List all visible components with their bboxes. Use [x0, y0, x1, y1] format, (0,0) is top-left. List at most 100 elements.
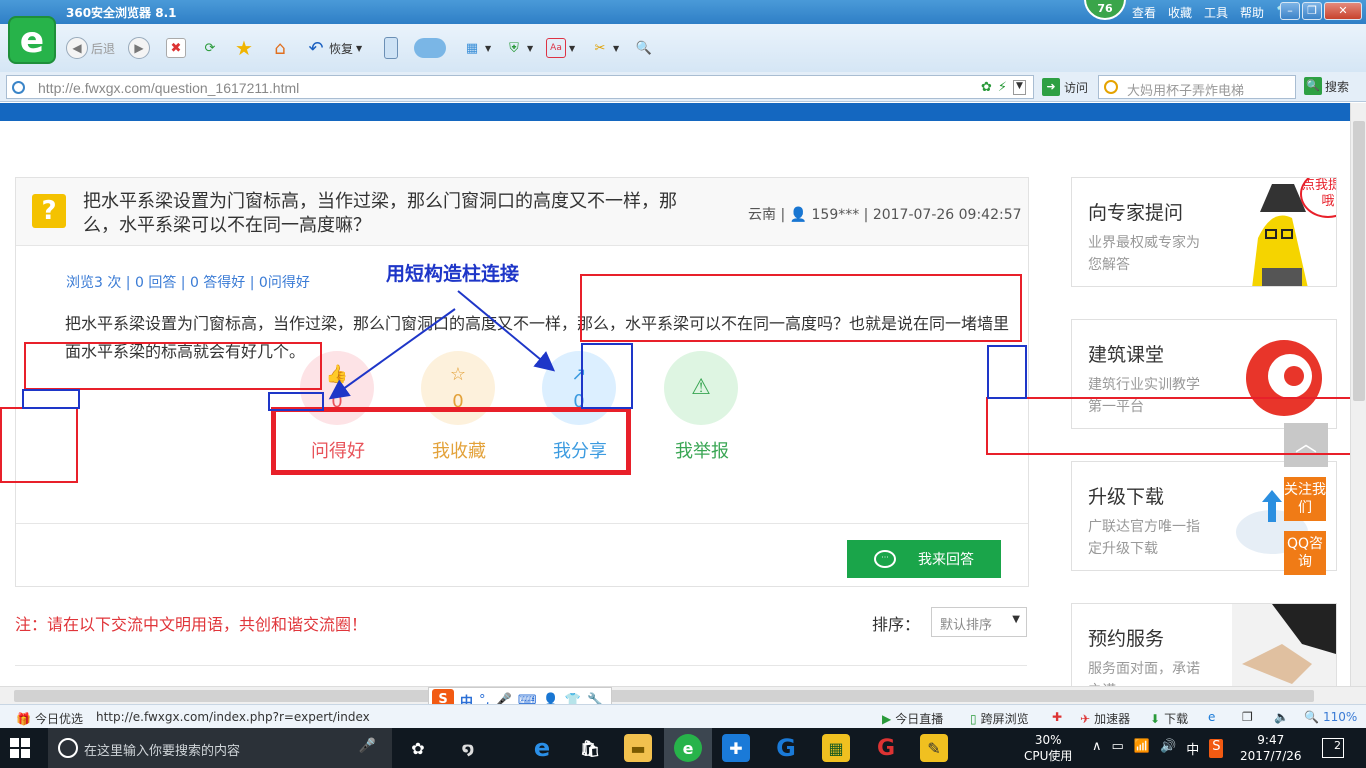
back-to-top-button[interactable]: ︿	[1284, 423, 1328, 467]
security-button[interactable]: ⛨ ▼	[504, 36, 533, 60]
tray-expand-icon[interactable]: ∧	[1092, 739, 1102, 758]
sidebar-card-class[interactable]: 建筑课堂 建筑行业实训教学第一平台	[1071, 319, 1337, 429]
status-link-url: http://e.fwxgx.com/index.php?r=expert/in…	[96, 710, 370, 724]
action-share[interactable]: ↗ 0 我分享	[542, 351, 618, 463]
restore-label: 恢复	[329, 41, 354, 56]
accelerator-button[interactable]: ✈ 加速器	[1080, 710, 1130, 727]
favorite-button[interactable]: ★	[234, 36, 254, 60]
horizontal-scrollbar[interactable]	[0, 686, 1366, 704]
zoom-level: 110%	[1322, 710, 1358, 724]
tray-ime[interactable]: 中	[1186, 739, 1199, 758]
apps-button[interactable]: ▦ ▼	[462, 36, 491, 60]
taskbar-search[interactable]: 在这里输入你要搜索的内容 🎤	[48, 728, 392, 768]
play-icon: ▶	[882, 711, 892, 726]
mobile-button[interactable]	[384, 36, 398, 60]
file-explorer-icon[interactable]: ▬	[624, 734, 652, 762]
windows-start-icon[interactable]	[10, 738, 30, 758]
gift-icon: 🎁	[16, 711, 31, 726]
minimize-button[interactable]: –	[1280, 2, 1300, 20]
translate-button[interactable]: Aa ▼	[546, 36, 575, 60]
question-card: ? 把水平系梁设置为门窗标高，当作过梁，那么门窗洞口的高度又不一样，那么，水平系…	[15, 177, 1029, 587]
today-picks[interactable]: 🎁 今日优选	[16, 710, 83, 727]
taskbar: 在这里输入你要搜索的内容 🎤 ✿ ໑ e 🛍 ▬ e ✚ G ▦ G ✎ 30%…	[0, 728, 1366, 768]
action-favorite[interactable]: ☆ 0 我收藏	[421, 351, 497, 463]
clock[interactable]: 9:47 2017/7/26	[1240, 732, 1302, 764]
zoom-control[interactable]: 🔍 110%	[1304, 710, 1357, 724]
chat-bubble-icon: ···	[874, 550, 896, 568]
g-app-icon[interactable]: G	[772, 734, 800, 762]
divider	[15, 665, 1027, 666]
search-button[interactable]: 🔍 搜索	[1304, 77, 1349, 95]
action-good-question[interactable]: 👍 0 问得好	[300, 351, 376, 463]
menu-tools[interactable]: 工具	[1204, 4, 1228, 21]
url-text: http://e.fwxgx.com/question_1617211.html	[38, 80, 300, 96]
360-browser-icon[interactable]: e	[674, 734, 702, 762]
edge-browser-icon[interactable]: e	[528, 734, 556, 762]
site-header-strip	[0, 103, 1350, 121]
screenshot-button[interactable]: ✂ ▼	[590, 36, 620, 60]
live-button[interactable]: ▶ 今日直播	[882, 710, 943, 727]
action-report[interactable]: ⚠ 我举报	[664, 351, 740, 463]
maximize-button[interactable]: ❐	[1302, 2, 1322, 20]
scroll-thumb[interactable]	[1353, 121, 1365, 401]
url-input[interactable]: http://e.fwxgx.com/question_1617211.html…	[6, 75, 1034, 99]
menu-help[interactable]: 帮助	[1240, 4, 1264, 21]
menu-favorites[interactable]: 收藏	[1168, 4, 1192, 21]
cad-app-icon[interactable]: G	[872, 734, 900, 762]
action-label: 问得好	[311, 441, 365, 462]
url-dropdown-icon[interactable]: ▼	[1013, 80, 1026, 95]
stop-button[interactable]: ✖	[166, 36, 186, 60]
follow-us-button[interactable]: 关注我们	[1284, 477, 1326, 521]
vertical-scrollbar[interactable]	[1350, 103, 1366, 686]
download-button[interactable]: ⬇ 下载	[1150, 710, 1188, 727]
battery-icon[interactable]: ▭	[1112, 739, 1124, 758]
notification-center-icon[interactable]: 2	[1322, 738, 1344, 758]
search-engine-icon	[1104, 80, 1118, 94]
question-header: ? 把水平系梁设置为门窗标高，当作过梁，那么门窗洞口的高度又不一样，那么，水平系…	[16, 178, 1028, 246]
restore-button[interactable]: ↶ 恢复 ▼	[306, 36, 362, 60]
cross-screen-button[interactable]: ▯ 跨屏浏览	[970, 710, 1029, 727]
refresh-icon: ⟳	[204, 40, 216, 56]
search-input[interactable]: 大妈用杯子弄炸电梯	[1098, 75, 1296, 99]
microphone-icon[interactable]: 🎤	[359, 738, 376, 754]
plus-app-icon[interactable]: ✚	[722, 734, 750, 762]
visit-button[interactable]: ➜ 访问	[1042, 78, 1088, 96]
notes-app-icon[interactable]: ✎	[920, 734, 948, 762]
refresh-button[interactable]: ⟳	[200, 36, 220, 60]
search-placeholder: 大妈用杯子弄炸电梯	[1127, 84, 1245, 99]
browser-toolbar: ◀ 后退 ▶ ✖ ⟳ ★ ⌂ ↶ 恢复 ▼ ▦ ▼ ⛨ ▼ Aa ▼ ✂ ▼ �	[0, 24, 1366, 72]
answer-button[interactable]: ··· 我来回答	[847, 540, 1001, 578]
project-app-icon[interactable]: ▦	[822, 734, 850, 762]
volume-icon[interactable]: 🔈	[1274, 710, 1289, 724]
volume-icon[interactable]: 🔊	[1160, 739, 1176, 758]
apps-grid-icon: ▦	[465, 40, 479, 56]
back-button[interactable]: ◀ 后退	[66, 36, 115, 60]
close-button[interactable]: ✕	[1324, 2, 1362, 20]
wifi-icon[interactable]: 📶	[1134, 739, 1150, 758]
ie-mode-icon[interactable]: e	[1208, 710, 1215, 724]
home-button[interactable]: ⌂	[270, 36, 290, 60]
window-tile-icon[interactable]: ❐	[1242, 710, 1253, 724]
menu-view[interactable]: 查看	[1132, 4, 1156, 21]
cloud-button[interactable]	[414, 36, 446, 60]
first-aid-icon[interactable]: ✚	[1052, 710, 1062, 724]
sidebar-card-service[interactable]: 预约服务 服务面对面，承诺之诺	[1071, 603, 1337, 686]
spiral-app-icon[interactable]: ໑	[454, 734, 482, 762]
forward-button[interactable]: ▶	[128, 36, 150, 60]
scroll-thumb[interactable]	[14, 690, 1314, 702]
sort-select[interactable]: 默认排序 ▼	[931, 607, 1027, 637]
store-icon[interactable]: 🛍	[576, 734, 604, 762]
speed-mode-icon[interactable]: ⚡	[998, 80, 1007, 95]
undo-icon: ↶	[308, 37, 324, 59]
task-view-icon[interactable]: ✿	[404, 734, 432, 762]
sogou-tray-icon[interactable]: S	[1209, 739, 1224, 758]
qq-consult-button[interactable]: QQ咨询	[1284, 531, 1326, 575]
compat-mode-icon[interactable]: ✿	[981, 80, 992, 95]
security-score-badge[interactable]: 76	[1084, 0, 1126, 20]
zoom-tool-button[interactable]: 🔍	[634, 36, 654, 60]
handshake-photo	[1232, 604, 1336, 686]
screenshot-icon: ✂	[594, 40, 606, 56]
cortana-icon	[58, 738, 78, 758]
today-picks-label: 今日优选	[34, 712, 83, 726]
sidebar-card-ask-expert[interactable]: 向专家提问 业界最权威专家为您解答 点我提问哦	[1071, 177, 1337, 287]
